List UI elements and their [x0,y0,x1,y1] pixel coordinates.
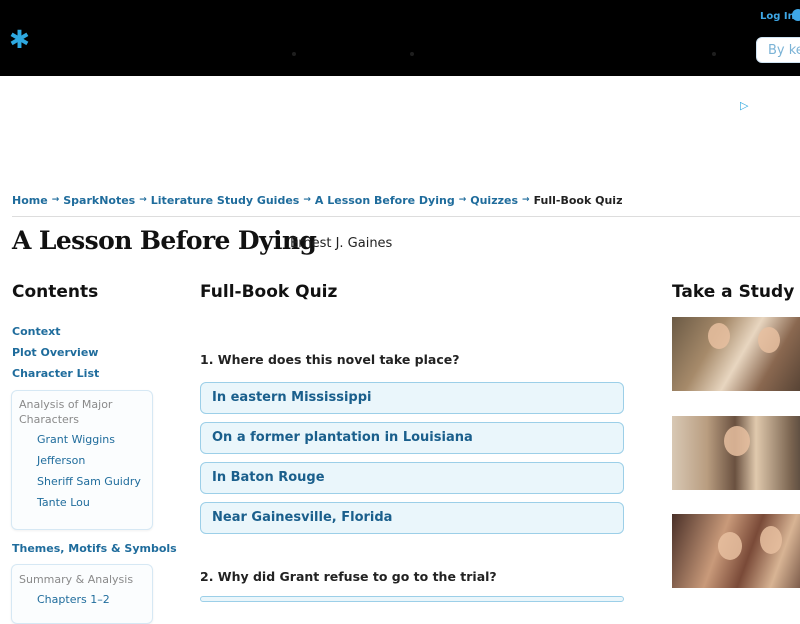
breadcrumb-literature-study-guides[interactable]: Literature Study Guides [151,194,300,207]
sidebar-characters-box: Analysis of Major Characters Grant Wiggi… [11,390,153,530]
photo-face [758,327,780,353]
breadcrumb-arrow-icon: → [522,195,530,205]
quiz-question: 1. Where does this novel take place? [200,352,460,367]
quiz-answer-option[interactable]: Near Gainesville, Florida [200,502,624,534]
sidebar-box-heading: Summary & Analysis [19,573,134,586]
sidebar-link-plot-overview[interactable]: Plot Overview [12,346,98,359]
sidebar-summary-box: Summary & Analysis Chapters 1–2 [11,564,153,624]
breadcrumb-arrow-icon: → [303,195,311,205]
ad-choices-icon[interactable]: ▷ [740,100,752,112]
quiz-question: 2. Why did Grant refuse to go to the tri… [200,569,497,584]
divider [12,216,800,217]
sidebar-link-character-list[interactable]: Character List [12,367,99,380]
quiz-answer-option[interactable]: In Baton Rouge [200,462,624,494]
breadcrumb-arrow-icon: → [51,195,60,205]
breadcrumb-current: Full-Book Quiz [533,193,623,207]
quiz-heading: Full-Book Quiz [200,282,338,302]
breadcrumb-sparknotes[interactable]: SparkNotes [63,194,135,207]
sidebar-item-tante-lou[interactable]: Tante Lou [37,496,90,509]
sidebar-item-grant-wiggins[interactable]: Grant Wiggins [37,433,115,446]
sidebar-link-themes-motifs-symbols[interactable]: Themes, Motifs & Symbols [12,542,177,555]
quiz-answer-option[interactable]: On a former plantation in Louisiana [200,422,624,454]
photo-face [760,526,782,554]
sidebar-box-heading: Analysis of Major Characters [19,398,113,426]
photo-face [724,426,750,456]
nav-dot [410,52,414,56]
sparknotes-logo-asterisk-icon[interactable]: ✱ [9,27,30,52]
login-link[interactable]: Log In [760,11,795,22]
photo-face [708,323,730,349]
study-break-thumbnail[interactable] [672,317,800,391]
page-title: A Lesson Before Dying [12,226,317,255]
breadcrumb-arrow-icon: → [139,195,147,205]
breadcrumb-quizzes[interactable]: Quizzes [470,194,518,207]
sidebar-link-context[interactable]: Context [12,325,61,338]
study-break-thumbnail[interactable] [672,514,800,588]
breadcrumb-arrow-icon: → [458,195,467,205]
photo-face [718,532,742,560]
search-input[interactable]: By ke [756,37,800,63]
breadcrumb: Home → SparkNotes → Literature Study Gui… [12,192,622,208]
quiz-answer-option[interactable] [200,596,624,602]
sidebar-item-sheriff-sam-guidry[interactable]: Sheriff Sam Guidry [37,475,141,488]
nav-dot [712,52,716,56]
breadcrumb-book[interactable]: A Lesson Before Dying [315,194,455,207]
top-navigation-bar: ✱ Log In By ke [0,0,800,76]
nav-dot [292,52,296,56]
author-name: Ernest J. Gaines [290,236,393,251]
contents-heading: Contents [12,282,99,302]
breadcrumb-home[interactable]: Home [12,194,48,207]
user-icon[interactable] [792,9,800,21]
quiz-answer-option[interactable]: In eastern Mississippi [200,382,624,414]
study-break-heading: Take a Study Br [672,282,800,302]
sidebar-item-jefferson[interactable]: Jefferson [37,454,85,467]
study-break-thumbnail[interactable] [672,416,800,490]
